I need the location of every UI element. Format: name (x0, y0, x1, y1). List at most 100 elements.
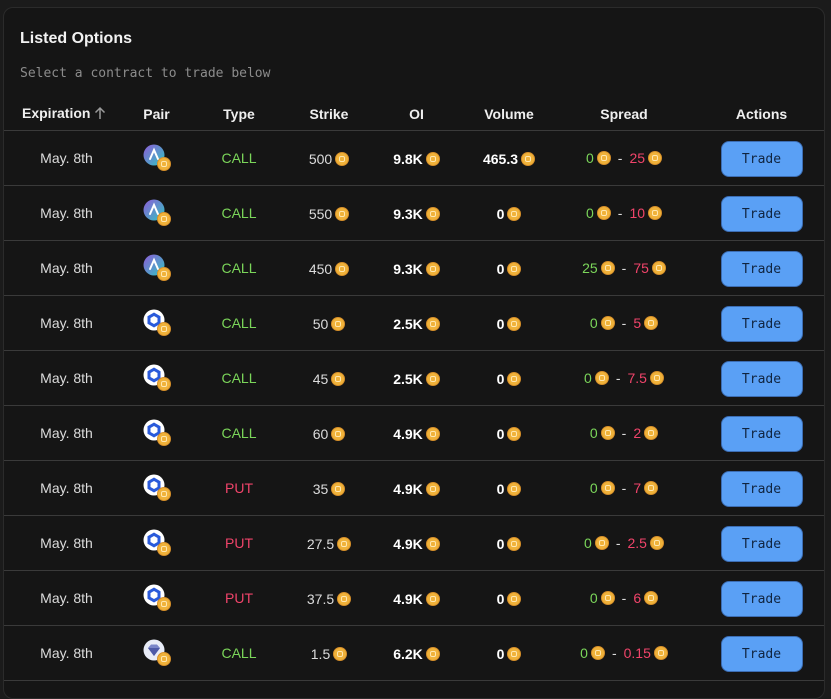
volume-value: 0 (496, 315, 505, 332)
type-cell: CALL (184, 130, 294, 186)
coin-icon (331, 371, 346, 386)
volume-value: 0 (496, 590, 505, 607)
trade-button[interactable]: Trade (720, 141, 803, 177)
coin-icon (335, 206, 350, 221)
actions-cell: Trade (699, 130, 824, 186)
oi-value: 2.5K (393, 370, 423, 387)
trade-button[interactable]: Trade (720, 581, 803, 617)
actions-cell: Trade (699, 240, 824, 296)
coin-icon (156, 652, 171, 666)
spread-separator: - (617, 150, 623, 166)
table-row[interactable]: May. 8th CALL 450 9.3K 0 25 - 75 Trade (4, 240, 824, 296)
spread-ask: 2 (633, 425, 642, 441)
coin-icon (507, 261, 522, 276)
option-type: CALL (221, 205, 257, 221)
expiration-cell: May. 8th (4, 295, 129, 351)
oi-cell: 9.8K (364, 130, 469, 186)
column-header-spread: Spread (549, 98, 699, 131)
pair-icon-group (141, 637, 173, 669)
coin-icon (644, 426, 659, 440)
table-row[interactable]: May. 8th PUT 27.5 4.9K 0 0 - 2.5 Trade (4, 515, 824, 571)
coin-icon (521, 151, 536, 166)
coin-icon (331, 426, 346, 441)
volume-value: 0 (496, 205, 505, 222)
spread-bid: 0 (585, 205, 594, 221)
table-row[interactable]: May. 8th CALL 550 9.3K 0 0 - 10 Trade (4, 185, 824, 241)
coin-icon (156, 267, 171, 281)
expiration-cell: May. 8th (4, 460, 129, 516)
trade-button[interactable]: Trade (720, 361, 803, 397)
panel-subtitle: Select a contract to trade below (20, 66, 271, 81)
coin-icon (156, 432, 171, 446)
type-cell: PUT (184, 515, 294, 571)
coin-icon (644, 591, 659, 605)
table-row[interactable]: May. 8th PUT 35 4.9K 0 0 - 7 Trade (4, 460, 824, 516)
oi-cell: 2.5K (364, 295, 469, 351)
coin-icon (335, 261, 350, 276)
spread-separator: - (615, 370, 621, 386)
oi-value: 9.3K (393, 205, 423, 222)
actions-cell: Trade (699, 625, 824, 681)
type-cell: CALL (184, 185, 294, 241)
type-cell: CALL (184, 295, 294, 351)
trade-button[interactable]: Trade (720, 471, 803, 507)
table-row[interactable]: May. 8th CALL 45 2.5K 0 0 - 7.5 Trade (4, 350, 824, 406)
coin-icon (425, 261, 440, 276)
table-row[interactable]: May. 8th CALL 60 4.9K 0 0 - 2 Trade (4, 405, 824, 461)
oi-value: 4.9K (393, 425, 423, 442)
coin-icon (507, 426, 522, 441)
oi-cell: 2.5K (364, 350, 469, 406)
spread-cell: 0 - 0.15 (549, 625, 699, 681)
coin-icon (156, 597, 171, 611)
table-row[interactable]: May. 8th CALL 500 9.8K 465.3 0 - 25 Trad… (4, 130, 824, 186)
strike-value: 50 (312, 315, 329, 332)
column-header-expiration[interactable]: Expiration (4, 98, 129, 131)
spread-separator: - (617, 205, 623, 221)
coin-icon (425, 151, 440, 166)
sort-arrow-up-icon[interactable] (94, 106, 106, 123)
trade-button[interactable]: Trade (720, 416, 803, 452)
trade-button[interactable]: Trade (720, 526, 803, 562)
table-row[interactable]: May. 8th CALL 50 2.5K 0 0 - 5 Trade (4, 295, 824, 351)
coin-icon (425, 591, 440, 606)
coin-icon (507, 316, 522, 331)
trade-button[interactable]: Trade (720, 251, 803, 287)
coin-icon (649, 536, 664, 550)
coin-icon (425, 646, 440, 661)
trade-button[interactable]: Trade (720, 636, 803, 672)
coin-icon (425, 481, 440, 496)
strike-value: 550 (308, 205, 333, 222)
volume-value: 0 (496, 260, 505, 277)
oi-cell: 6.2K (364, 625, 469, 681)
oi-value: 2.5K (393, 315, 423, 332)
pair-cell (129, 130, 184, 186)
actions-cell: Trade (699, 570, 824, 626)
pair-icon-group (141, 472, 173, 504)
spread-bid: 0 (589, 315, 598, 331)
coin-icon (156, 542, 171, 556)
table-row[interactable]: May. 8th CALL 1.5 6.2K 0 0 - 0.15 Trade (4, 625, 824, 681)
expiration-date: May. 8th (40, 370, 93, 386)
table-row[interactable]: May. 8th PUT 37.5 4.9K 0 0 - 6 Trade (4, 570, 824, 626)
coin-icon (596, 206, 611, 220)
spread-separator: - (621, 425, 627, 441)
strike-cell: 450 (294, 240, 364, 296)
coin-icon (507, 536, 522, 551)
strike-cell: 500 (294, 130, 364, 186)
oi-value: 4.9K (393, 480, 423, 497)
spread-ask: 7 (633, 480, 642, 496)
spread-bid: 0 (585, 150, 594, 166)
coin-icon (507, 371, 522, 386)
spread-ask: 7.5 (627, 370, 647, 386)
trade-button[interactable]: Trade (720, 306, 803, 342)
column-header-oi: OI (364, 98, 469, 131)
coin-icon (594, 371, 609, 385)
expiration-cell: May. 8th (4, 625, 129, 681)
option-type: CALL (221, 645, 257, 661)
volume-cell: 0 (469, 350, 549, 406)
spread-bid: 0 (584, 370, 592, 386)
spread-bid: 0 (589, 425, 598, 441)
trade-button[interactable]: Trade (720, 196, 803, 232)
coin-icon (600, 426, 615, 440)
spread-separator: - (611, 645, 617, 661)
